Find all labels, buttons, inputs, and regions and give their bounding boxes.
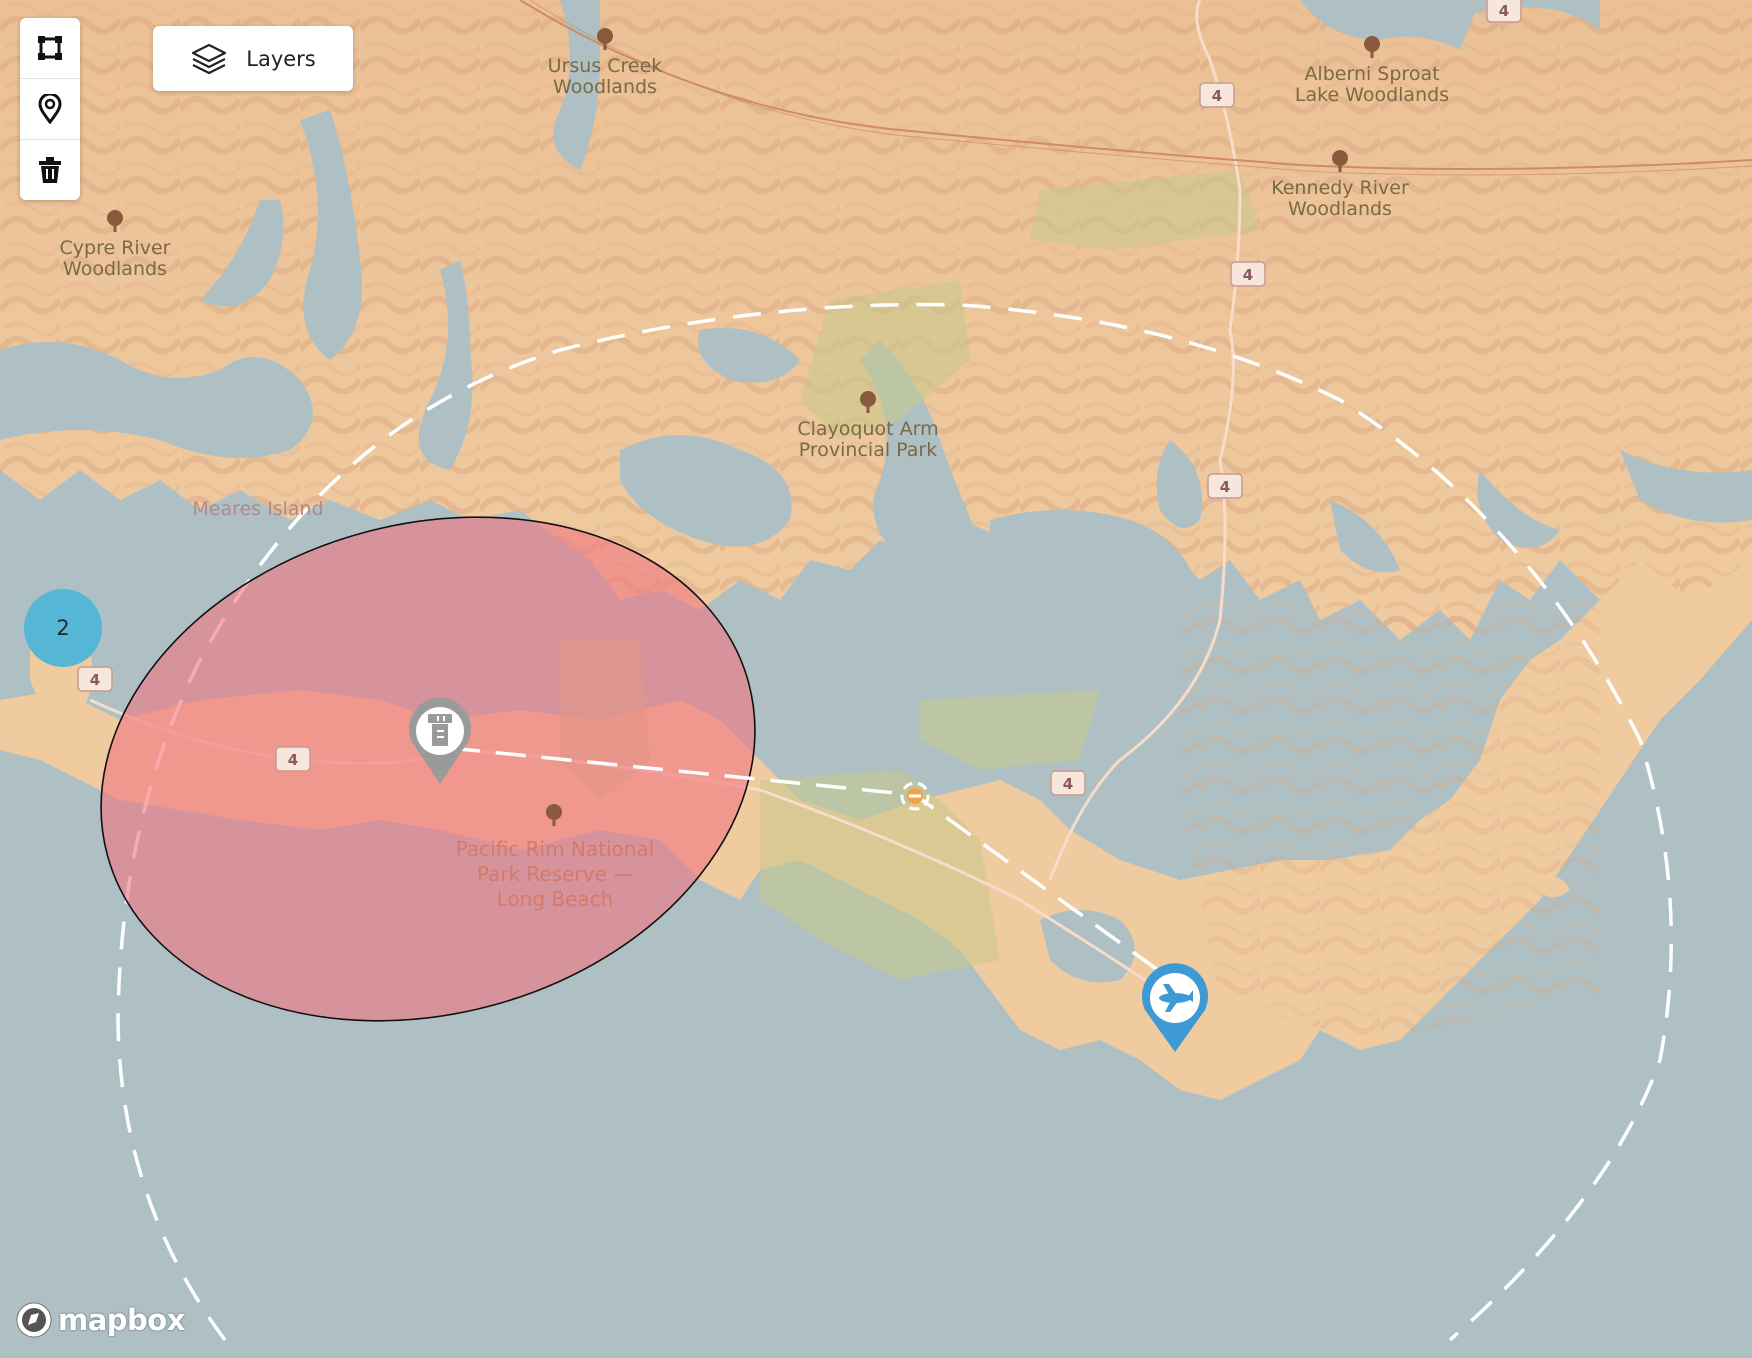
map-canvas[interactable]: Ursus CreekWoodlandsAlberni SproatLake W… — [0, 0, 1752, 1358]
place-label-kennedy-line-2: Woodlands — [1288, 198, 1392, 220]
mapbox-logo[interactable]: mapbox — [14, 1300, 185, 1340]
place-label-cypre-line-2: Woodlands — [63, 258, 167, 280]
layers-icon — [192, 43, 227, 74]
highway-shield-label: 4 — [90, 671, 100, 689]
island-label: Meares Island — [192, 498, 323, 520]
place-label-cypre-line-1: Cypre River — [60, 237, 171, 259]
delete-button[interactable] — [20, 140, 80, 200]
polygon-icon — [38, 36, 62, 60]
place-label-alberni-line-1: Alberni Sproat — [1304, 63, 1439, 85]
draw-polygon-button[interactable] — [20, 18, 80, 79]
place-label-kennedy-line-1: Kennedy River — [1271, 177, 1409, 199]
draw-toolbar — [20, 18, 80, 200]
highway-shield-label: 4 — [1220, 478, 1230, 496]
layers-label: Layers — [246, 46, 316, 71]
highway-shield: 4 — [77, 666, 113, 692]
place-label-ursus-line-2: Woodlands — [553, 76, 657, 98]
highway-shield: 4 — [1207, 473, 1243, 499]
mapbox-logo-icon — [16, 1302, 52, 1338]
park-reserve-line-3: Long Beach — [497, 887, 614, 911]
highway-shield: 4 — [1050, 770, 1086, 796]
place-label-clayoquot-line-1: Clayoquot Arm — [797, 418, 938, 440]
place-label-clayoquot-line-2: Provincial Park — [799, 439, 937, 461]
place-label-alberni-line-2: Lake Woodlands — [1295, 84, 1449, 106]
cluster-marker[interactable]: 2 — [24, 589, 102, 667]
highway-shield: 4 — [1230, 261, 1266, 287]
highway-shield: 4 — [1486, 0, 1522, 23]
landmass-peninsula-ridges — [1180, 600, 1600, 1040]
park-reserve-line-2: Park Reserve — — [477, 862, 633, 886]
highway-shield-label: 4 — [288, 751, 298, 769]
layers-button[interactable]: Layers — [153, 26, 353, 91]
highway-shield-label: 4 — [1499, 2, 1509, 20]
highway-shield-label: 4 — [1212, 87, 1222, 105]
trash-icon — [39, 157, 61, 183]
highway-shield-label: 4 — [1243, 266, 1253, 284]
place-label-ursus-line-1: Ursus Creek — [548, 55, 663, 77]
mapbox-logo-text: mapbox — [58, 1303, 185, 1337]
map-pin-icon — [38, 94, 62, 124]
draw-point-button[interactable] — [20, 79, 80, 140]
highway-shield: 4 — [1199, 82, 1235, 108]
cluster-count: 2 — [56, 616, 70, 640]
highway-shield-label: 4 — [1063, 775, 1073, 793]
park-reserve-line-1: Pacific Rim National — [456, 837, 655, 861]
highway-shield: 4 — [275, 746, 311, 772]
